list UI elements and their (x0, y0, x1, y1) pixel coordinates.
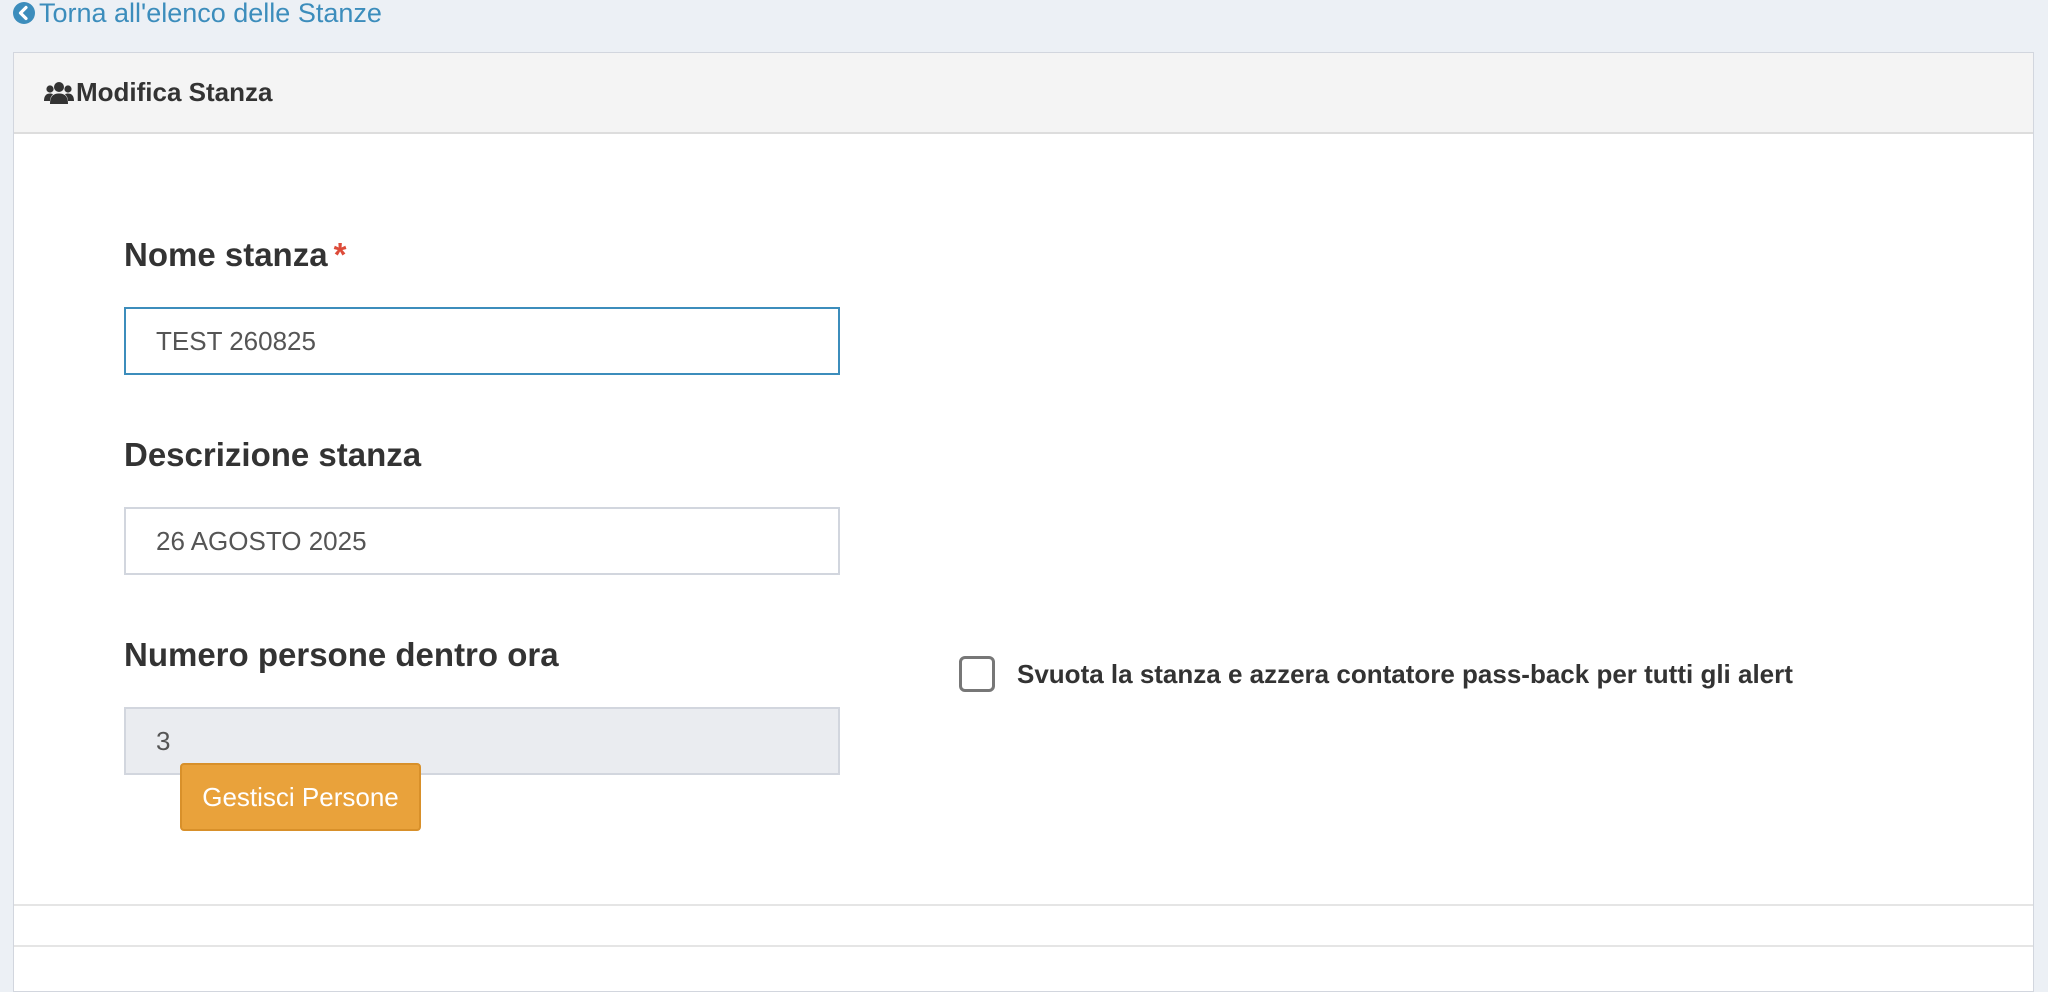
users-icon (44, 81, 74, 104)
back-link-label: Torna all'elenco delle Stanze (39, 0, 382, 28)
reset-room-checkbox-label: Svuota la stanza e azzera contatore pass… (1017, 658, 1793, 689)
people-count-label: Numero persone dentro ora (124, 636, 559, 673)
room-description-label: Descrizione stanza (124, 436, 422, 473)
manage-people-button[interactable]: Gestisci Persone (180, 763, 421, 831)
required-mark: * (333, 236, 347, 273)
back-to-rooms-link[interactable]: Torna all'elenco delle Stanze (12, 0, 382, 28)
room-name-label: Nome stanza * (124, 236, 346, 274)
reset-room-option: Svuota la stanza e azzera contatore pass… (959, 656, 1793, 692)
room-name-input[interactable] (124, 307, 840, 375)
reset-room-checkbox[interactable] (959, 656, 995, 692)
chevron-circle-left-icon (13, 2, 35, 24)
panel-title: Modifica Stanza (76, 77, 273, 107)
panel-header: Modifica Stanza (14, 53, 2033, 134)
panel-divider (14, 904, 2033, 906)
room-description-input[interactable] (124, 507, 840, 575)
panel-footer-divider (14, 945, 2033, 947)
room-name-label-text: Nome stanza (124, 236, 328, 273)
